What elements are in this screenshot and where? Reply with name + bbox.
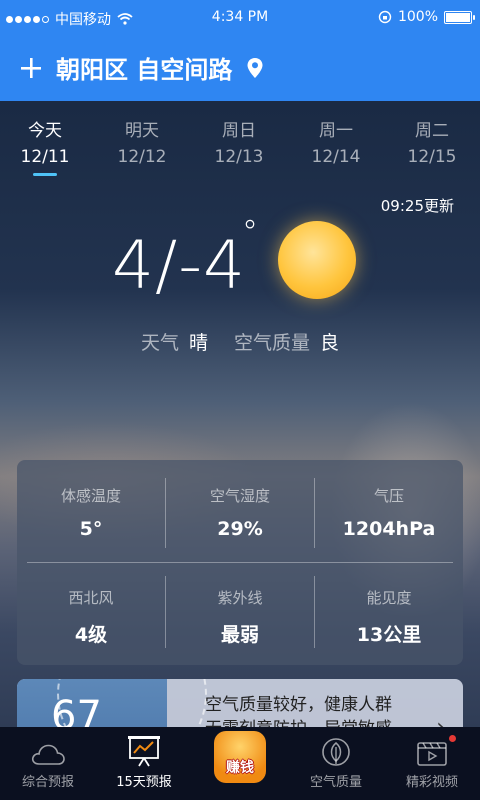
status-right: 100% <box>378 9 475 25</box>
detail-value: 13公里 <box>356 624 422 646</box>
detail-humidity: 空气湿度 29% <box>166 485 314 540</box>
active-day-indicator <box>33 173 57 176</box>
leaf-icon <box>322 738 350 766</box>
tab-label: 综合预报 <box>21 775 74 790</box>
degree-symbol: ° <box>242 213 258 251</box>
aqi-text-line: 无需刻意防护，异常敏感 <box>205 717 425 727</box>
day-name: 周日 <box>222 121 256 141</box>
plus-icon <box>21 57 41 78</box>
day-tab-today[interactable]: 今天 12/11 <box>0 119 90 176</box>
aqi-gauge: 67 <box>17 679 207 727</box>
money-bag-icon: 赚钱 <box>214 731 266 783</box>
detail-wind: 西北风 4级 <box>17 587 165 647</box>
tab-label: 精彩视频 <box>405 775 458 790</box>
detail-label: 空气湿度 <box>209 487 270 505</box>
detail-value: 4级 <box>74 624 108 646</box>
aqi-description: 空气质量较好，健康人群 无需刻意防护，异常敏感 <box>205 693 425 727</box>
location-title[interactable]: 朝阳区 自空间路 <box>56 50 232 85</box>
tab-label: 15天预报 <box>116 775 172 790</box>
tab-label: 空气质量 <box>309 775 362 790</box>
video-icon <box>417 742 447 766</box>
detail-label: 气压 <box>373 487 404 505</box>
day-name: 今天 <box>28 121 62 141</box>
orientation-lock-icon <box>378 10 392 24</box>
detail-value: 最弱 <box>220 624 259 646</box>
day-tabs: 今天 12/11 明天 12/12 周日 12/13 周一 12/14 周二 1… <box>0 119 480 179</box>
chart-board-icon <box>128 736 160 767</box>
app-header: 朝阳区 自空间路 <box>0 34 480 101</box>
money-label: 赚钱 <box>226 760 254 776</box>
notification-dot <box>449 735 456 742</box>
day-tab-tuesday[interactable]: 周二 12/15 <box>387 119 477 167</box>
temperature-range: 4/-4 <box>112 227 247 304</box>
aqi-value: 良 <box>320 332 340 354</box>
weather-value: 晴 <box>188 332 208 354</box>
weather-main: 今天 12/11 明天 12/12 周日 12/13 周一 12/14 周二 1… <box>0 101 480 727</box>
status-bar: 中国移动 4:34 PM 100% <box>0 0 480 34</box>
detail-value: 29% <box>217 518 263 540</box>
details-card: 体感温度 5° 空气湿度 29% 气压 1204hPa 西北风 4级 紫外线 最… <box>17 460 463 665</box>
condition-line: 天气晴 空气质量良 <box>0 328 480 355</box>
bottom-tab-bar: 综合预报 15天预报 赚钱 空气质量 精彩视频 <box>0 727 480 800</box>
weather-label: 天气 <box>140 332 179 354</box>
sunny-icon <box>278 221 356 299</box>
tab-15-day-forecast[interactable]: 15天预报 <box>96 727 192 800</box>
divider <box>27 562 453 563</box>
top-bar: 中国移动 4:34 PM 100% 朝阳区 自空间路 <box>0 0 480 101</box>
detail-feels-like: 体感温度 5° <box>17 485 165 540</box>
day-date: 12/11 <box>20 147 70 167</box>
detail-pressure: 气压 1204hPa <box>315 485 463 540</box>
detail-visibility: 能见度 13公里 <box>315 587 463 647</box>
battery-percent: 100% <box>397 9 438 25</box>
battery-icon <box>444 10 475 24</box>
update-time: 09:25更新 <box>380 197 454 215</box>
day-date: 12/15 <box>407 147 457 167</box>
day-date: 12/14 <box>311 147 361 167</box>
day-name: 周一 <box>319 121 353 141</box>
day-tab-sunday[interactable]: 周日 12/13 <box>194 119 284 167</box>
chevron-right-icon: › <box>436 715 445 727</box>
tab-videos[interactable]: 精彩视频 <box>384 727 480 800</box>
detail-value: 1204hPa <box>342 518 436 540</box>
day-date: 12/12 <box>117 147 167 167</box>
detail-label: 西北风 <box>68 589 114 607</box>
tab-air-quality[interactable]: 空气质量 <box>288 727 384 800</box>
day-name: 明天 <box>125 121 159 141</box>
day-name: 周二 <box>415 121 449 141</box>
cloud-icon <box>31 744 65 765</box>
day-date: 12/13 <box>214 147 264 167</box>
add-city-button[interactable] <box>6 43 56 93</box>
aqi-label: 空气质量 <box>234 332 311 354</box>
tab-earn-money[interactable]: 赚钱 <box>192 727 288 800</box>
detail-label: 能见度 <box>366 589 412 607</box>
aqi-number: 67 <box>51 693 102 727</box>
tab-overview[interactable]: 综合预报 <box>0 727 96 800</box>
detail-value: 5° <box>79 518 103 540</box>
aqi-text-line: 空气质量较好，健康人群 <box>205 695 392 715</box>
day-tab-tomorrow[interactable]: 明天 12/12 <box>97 119 187 167</box>
detail-label: 紫外线 <box>217 589 263 607</box>
day-tab-monday[interactable]: 周一 12/14 <box>291 119 381 167</box>
detail-label: 体感温度 <box>60 487 121 505</box>
aqi-summary-card[interactable]: 67 空气质量较好，健康人群 无需刻意防护，异常敏感 › <box>17 679 463 727</box>
detail-uv: 紫外线 最弱 <box>166 587 314 647</box>
location-pin-icon[interactable] <box>246 57 264 79</box>
